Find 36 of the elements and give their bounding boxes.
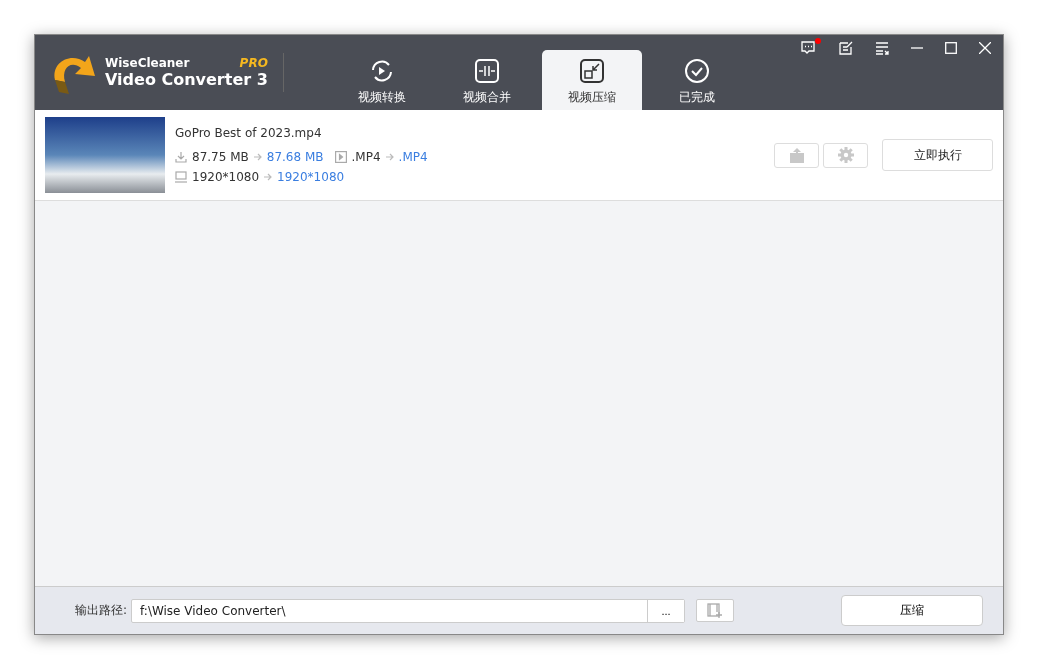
tab[interactable]: 视频转换 [332,50,432,110]
compress-button[interactable]: 压缩 [841,595,983,626]
output-path-field[interactable]: f:\Wise Video Converter\ ... [131,598,686,623]
output-format: .MP4 [398,150,428,164]
menu-icon[interactable] [875,41,889,55]
compress-icon [579,58,605,84]
output-path-label: 输出路径: [75,602,128,619]
original-format: .MP4 [351,150,381,164]
run-now-button[interactable]: 立即执行 [882,139,993,171]
settings-icon [837,147,854,163]
feedback-icon[interactable] [839,41,853,55]
film-plus-icon [707,603,724,618]
arrow-icon [264,173,273,181]
upload-film-icon [788,147,805,163]
arrow-icon [253,153,262,161]
download-icon [175,151,187,163]
brand-name: WiseCleaner [105,56,190,70]
original-resolution: 1920*1080 [192,170,260,184]
output-size: 87.68 MB [266,150,324,164]
original-size: 87.75 MB [192,150,249,164]
output-resolution: 1920*1080 [277,170,345,184]
play-file-icon [334,151,347,163]
merge-icon [474,58,500,84]
monitor-icon [175,171,187,183]
tab[interactable]: 已完成 [647,50,747,110]
edition-label: PRO [239,56,268,70]
close-icon[interactable] [979,42,991,54]
maximize-icon[interactable] [945,42,957,54]
file-name: GoPro Best of 2023.mp4 [175,126,323,140]
product-name: Video Converter 3 [105,70,268,89]
browse-button[interactable]: ... [647,599,685,622]
tab[interactable]: 视频压缩 [542,50,642,110]
tab[interactable]: 视频合并 [437,50,537,110]
arrow-icon [385,153,394,161]
check-circle-icon [684,58,710,84]
refresh-play-icon [369,58,395,84]
